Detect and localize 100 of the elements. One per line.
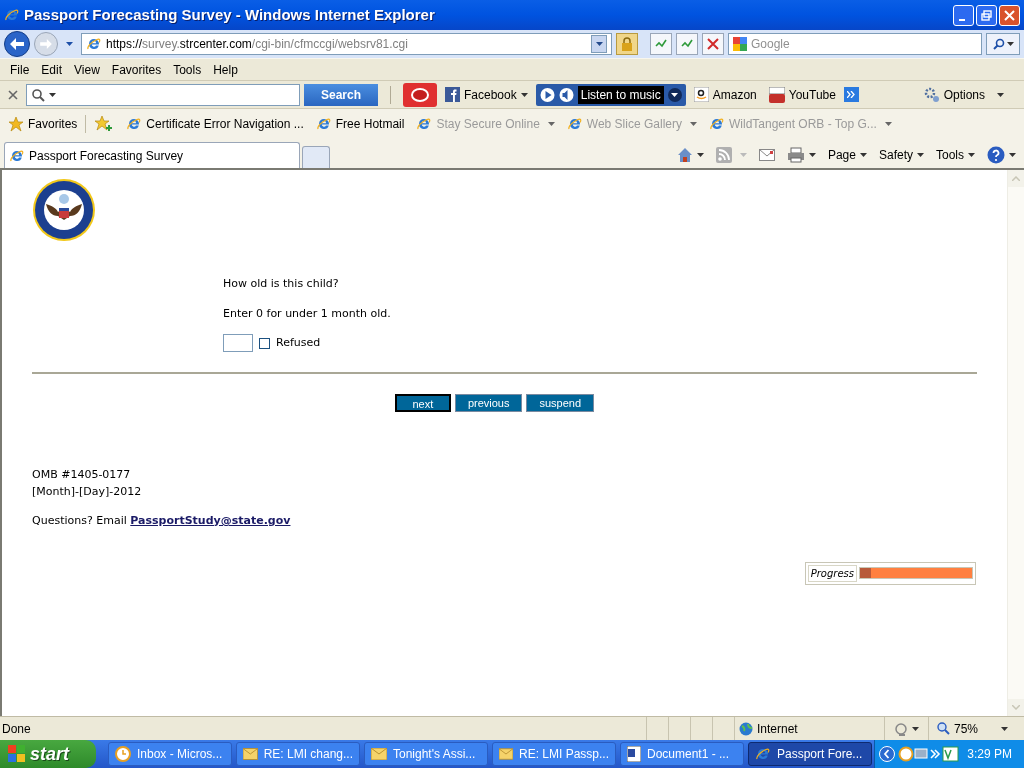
search-button[interactable]: Search — [304, 83, 378, 106]
start-button[interactable]: start — [0, 740, 96, 768]
command-menu[interactable]: Safety — [878, 146, 924, 164]
close-icon — [1004, 9, 1015, 21]
progress-label: Progress — [807, 564, 857, 582]
question-text: How old is this child? — [223, 276, 340, 292]
minimize-button[interactable] — [953, 4, 974, 26]
taskbar-button[interactable]: Document1 - ... — [620, 742, 744, 766]
windows-flag-icon — [8, 745, 26, 763]
google-icon — [733, 37, 747, 51]
minimize-icon — [959, 18, 965, 21]
print-button[interactable] — [786, 147, 816, 163]
collapse-tray-icon[interactable] — [879, 746, 895, 762]
caret-icon — [595, 42, 603, 46]
refused-label: Refused — [276, 334, 321, 351]
menu-item[interactable]: Edit — [35, 60, 69, 79]
menu-item[interactable]: Tools — [167, 60, 208, 79]
check-icon — [655, 38, 667, 50]
caret-icon — [547, 121, 555, 126]
play-icon[interactable] — [539, 86, 555, 103]
caret-icon — [808, 153, 816, 157]
music-player[interactable]: Listen to music — [535, 83, 686, 106]
mail-icon[interactable] — [758, 149, 775, 161]
browser-tab[interactable]: Passport Forecasting Survey — [4, 142, 300, 168]
facebook-icon — [445, 87, 460, 102]
taskbar-button[interactable]: Tonight's Assi... — [364, 742, 488, 766]
status-text: Done — [1, 720, 32, 738]
window-title: Passport Forecasting Survey - Windows Internet Explorer — [24, 4, 435, 25]
menu-item[interactable]: File — [4, 60, 36, 79]
questions-text: Questions? Email — [32, 513, 128, 529]
browser-e-icon — [4, 7, 20, 23]
envelope-icon — [371, 748, 387, 760]
chevrons-icon — [846, 91, 856, 98]
caret-icon — [696, 153, 704, 157]
command-menu[interactable]: Tools — [936, 146, 975, 164]
age-input[interactable] — [223, 334, 253, 352]
menu-item[interactable]: Favorites — [105, 60, 168, 79]
ask-logo[interactable] — [403, 82, 437, 107]
help-icon — [987, 146, 1005, 164]
forward-arrow-icon — [40, 39, 52, 49]
taskbar-button[interactable]: RE: LMI Passp... — [492, 742, 616, 766]
search-input[interactable]: Google — [751, 35, 977, 53]
maximize-icon — [981, 9, 992, 21]
taskbar-button[interactable]: Inbox - Micros... — [108, 742, 232, 766]
search-button[interactable] — [986, 33, 1020, 55]
player-menu-button[interactable] — [667, 87, 682, 102]
favorite-link[interactable]: Certificate Error Navigation ... — [122, 114, 308, 133]
search-icon — [31, 87, 45, 102]
toolbar-link[interactable]: Amazon — [689, 85, 761, 104]
toolbar-link[interactable]: YouTube — [764, 85, 840, 104]
taskbar-button[interactable]: RE: LMI chang... — [236, 742, 360, 766]
address-field[interactable]: https://survey.strcenter.com/cgi-bin/cfmccgi/websrv81.cgi — [81, 33, 612, 55]
caret-icon — [66, 42, 73, 46]
back-button[interactable] — [4, 31, 30, 57]
browser-e-icon — [86, 36, 102, 52]
refused-checkbox[interactable] — [259, 337, 270, 349]
menu-item[interactable]: Help — [207, 60, 244, 79]
seal-drawing — [32, 178, 96, 242]
email-link[interactable]: PassportStudy@state.gov — [130, 513, 291, 530]
envelope-icon — [499, 748, 513, 760]
favorite-link[interactable]: Free Hotmail — [311, 114, 409, 133]
padlock-icon — [621, 37, 633, 51]
menu-item[interactable]: View — [68, 60, 106, 79]
help-button[interactable] — [987, 146, 1016, 164]
caret-icon — [1009, 153, 1016, 157]
toolbar-search-field[interactable] — [26, 83, 300, 106]
omb-number: OMB #1405-0177 — [32, 467, 132, 483]
youtube-icon — [768, 86, 785, 103]
caret-icon — [1006, 42, 1014, 46]
taskbar-button[interactable]: Passport Fore... — [748, 742, 872, 766]
facebook-button[interactable]: Facebook — [441, 85, 532, 104]
gear-icon — [923, 86, 940, 103]
caret-icon — [739, 153, 747, 157]
printer-icon — [786, 147, 805, 163]
close-icon[interactable] — [8, 89, 18, 100]
command-menu[interactable]: Page — [827, 146, 867, 164]
maximize-button[interactable] — [976, 4, 997, 26]
survey-button[interactable]: previous — [454, 394, 523, 412]
home-button[interactable] — [676, 147, 704, 163]
speaker-icon[interactable] — [558, 86, 574, 103]
address-dropdown-button[interactable] — [591, 35, 607, 53]
add-favorite-icon[interactable] — [94, 114, 115, 133]
compatibility-icon[interactable] — [650, 33, 672, 55]
survey-button[interactable]: next — [394, 394, 451, 412]
caret-icon — [912, 726, 919, 731]
amazon-icon — [693, 87, 709, 102]
caret-icon — [997, 92, 1004, 97]
check-icon — [681, 38, 693, 50]
home-icon — [676, 147, 693, 163]
refresh-icon[interactable] — [676, 33, 698, 55]
close-button[interactable] — [999, 4, 1020, 26]
favorites-button[interactable]: Favorites — [4, 114, 87, 133]
options-button[interactable]: Options — [923, 85, 1004, 104]
feed-icon — [715, 147, 732, 163]
stop-icon[interactable] — [702, 33, 724, 55]
more-button[interactable] — [843, 87, 859, 102]
survey-button[interactable]: suspend — [526, 394, 595, 412]
web-search-field[interactable]: Google — [728, 33, 982, 55]
caret-icon — [690, 121, 697, 126]
document-icon — [627, 746, 641, 762]
